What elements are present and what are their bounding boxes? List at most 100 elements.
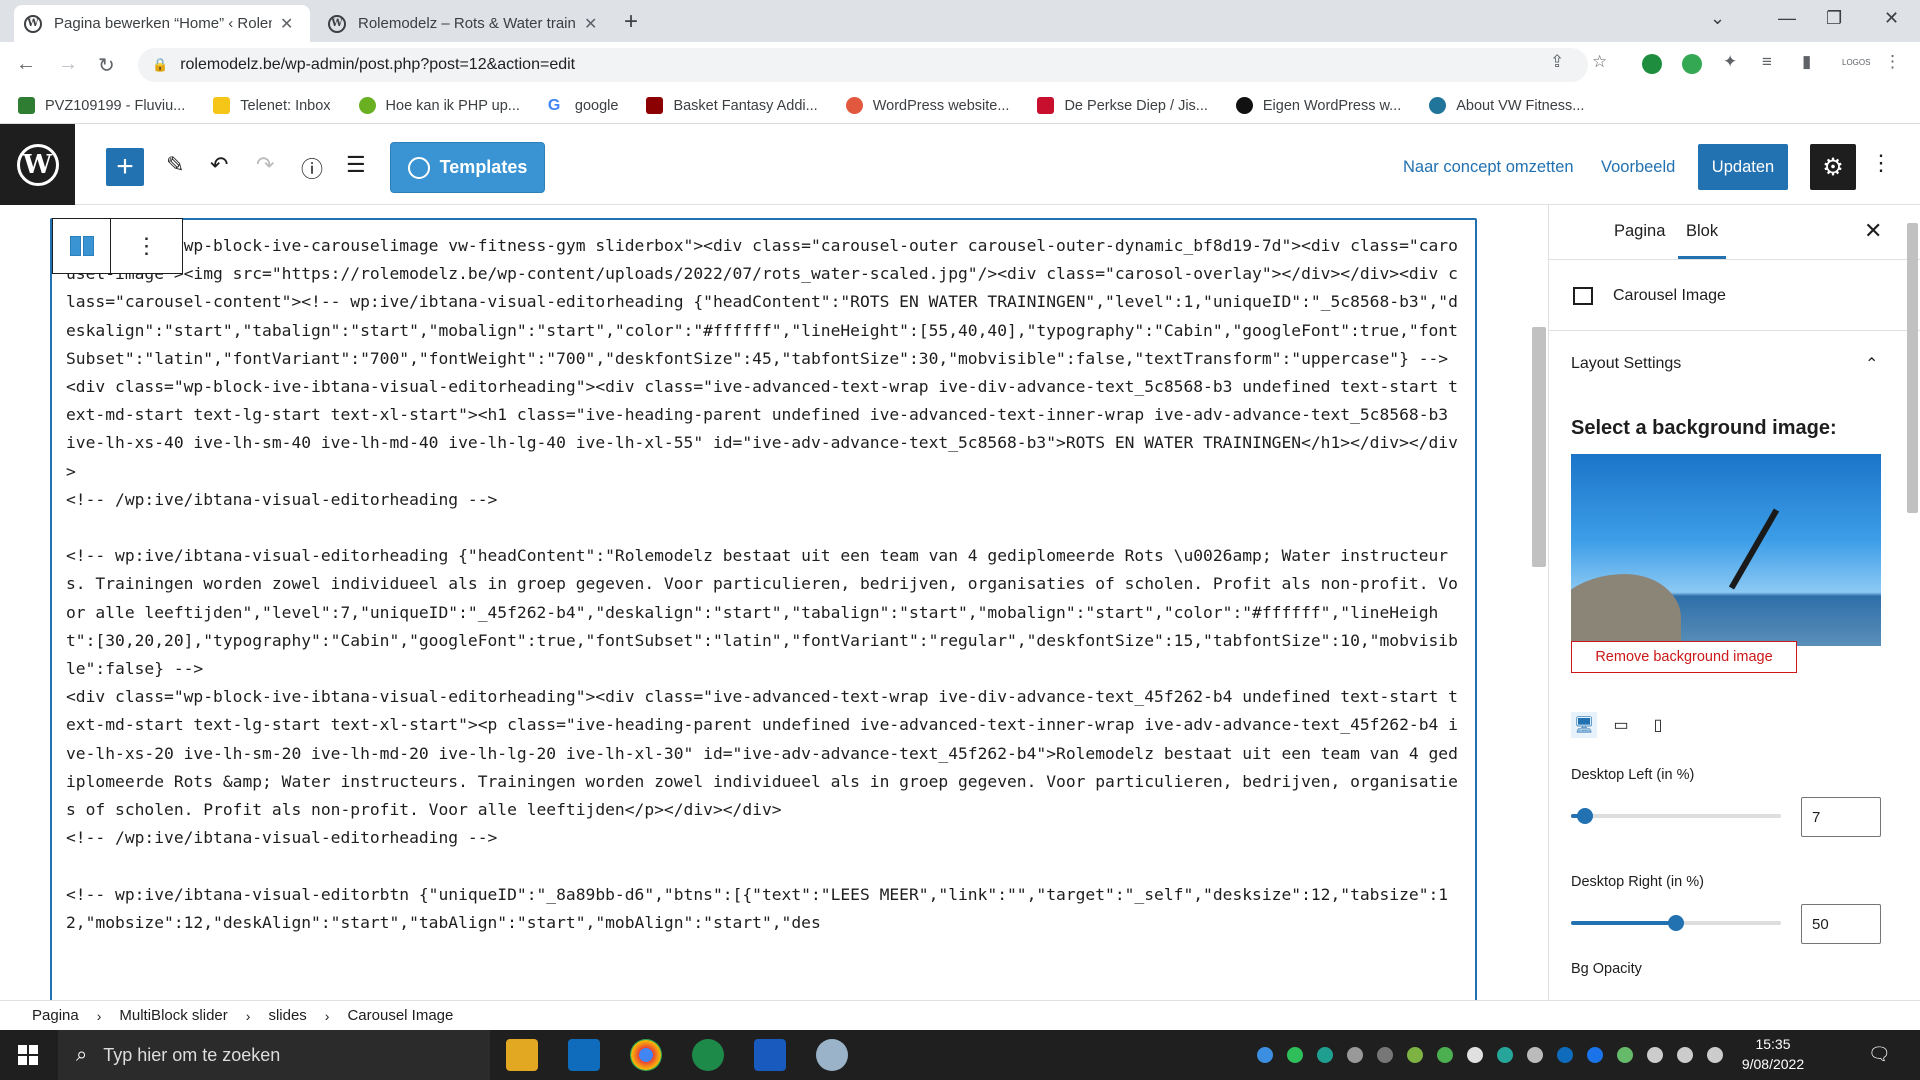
outlook-tray-icon[interactable] — [1557, 1047, 1573, 1063]
scrollbar-thumb[interactable] — [1532, 327, 1546, 567]
tray-app-icon[interactable] — [1407, 1047, 1423, 1063]
desktop-icon[interactable]: 🖥 — [1571, 712, 1597, 738]
background-image-preview[interactable] — [1571, 454, 1881, 646]
breadcrumb-item[interactable]: Pagina — [32, 1007, 79, 1024]
windows-start-icon[interactable] — [18, 1045, 38, 1065]
lock-icon[interactable]: 🔒 — [152, 57, 168, 73]
bookmark-item[interactable]: Eigen WordPress w... — [1235, 97, 1401, 114]
edge-icon[interactable] — [1317, 1047, 1333, 1063]
bookmark-item[interactable]: PVZ109199 - Fluviu... — [18, 97, 185, 114]
bookmark-item[interactable]: Ggoogle — [548, 97, 619, 114]
code-editor-text[interactable]: <div class="wp-block-ive-carouselimage v… — [66, 232, 1466, 937]
bluetooth-icon[interactable] — [1587, 1047, 1603, 1063]
tray-app-icon[interactable] — [1257, 1047, 1273, 1063]
tab-pagina[interactable]: Pagina — [1606, 216, 1673, 259]
close-tab-icon[interactable]: ✕ — [584, 14, 597, 34]
bookmark-item[interactable]: Telenet: Inbox — [213, 97, 331, 114]
bookmark-star-icon[interactable]: ☆ — [1592, 52, 1607, 72]
outlook-icon[interactable] — [568, 1039, 600, 1071]
layout-settings-panel-toggle[interactable]: Layout Settings ⌃ — [1549, 332, 1901, 396]
tablet-icon[interactable]: ▭ — [1608, 712, 1634, 738]
arrow-left-icon[interactable]: ← — [16, 53, 36, 76]
tab-search-chevron-icon[interactable]: ⌄ — [1710, 8, 1725, 29]
volume-icon[interactable] — [1647, 1047, 1663, 1063]
block-type-button[interactable] — [53, 219, 111, 273]
breadcrumb-item[interactable]: MultiBlock slider — [119, 1007, 227, 1024]
tab-blok[interactable]: Blok — [1678, 216, 1727, 259]
html-code-block[interactable]: <div class="wp-block-ive-carouselimage v… — [50, 218, 1477, 1018]
remove-background-button[interactable]: Remove background image — [1571, 641, 1797, 673]
templates-button[interactable]: Templates — [390, 142, 545, 193]
undo-icon[interactable]: ↶ — [210, 152, 228, 178]
redo-icon[interactable]: ↷ — [256, 152, 274, 178]
puzzle-extensions-icon[interactable]: ✦ — [1723, 52, 1737, 72]
browser-tab-edit-home[interactable]: W Pagina bewerken “Home” ‹ Rolem ✕ — [14, 5, 310, 42]
add-block-button[interactable]: + — [106, 148, 144, 186]
close-window-icon[interactable]: ✕ — [1884, 8, 1899, 29]
new-tab-icon[interactable]: + — [624, 8, 638, 36]
chrome-icon[interactable] — [630, 1039, 662, 1071]
battery-icon[interactable] — [1707, 1047, 1723, 1063]
mobile-icon[interactable]: ▯ — [1645, 712, 1671, 738]
file-explorer-icon[interactable] — [506, 1039, 538, 1071]
extension-icon[interactable] — [1682, 54, 1702, 74]
bookmark-item[interactable]: Basket Fantasy Addi... — [646, 97, 818, 114]
wordpress-logo-button[interactable]: W — [0, 124, 75, 205]
side-panel-icon[interactable]: ▮ — [1802, 52, 1811, 72]
editor-scrollbar[interactable] — [1530, 207, 1548, 1000]
slider-handle[interactable] — [1668, 915, 1684, 931]
slider-handle[interactable] — [1577, 808, 1593, 824]
breadcrumb-item[interactable]: Carousel Image — [347, 1007, 453, 1024]
tray-app-icon[interactable] — [1377, 1047, 1393, 1063]
taskbar-search[interactable]: ⌕ Typ hier om te zoeken — [58, 1030, 490, 1080]
breadcrumb-item[interactable]: slides — [268, 1007, 306, 1024]
scrollbar-thumb[interactable] — [1907, 223, 1918, 513]
bookmark-item[interactable]: De Perkse Diep / Jis... — [1037, 97, 1208, 114]
chevron-right-icon: › — [324, 1007, 330, 1024]
tray-app-icon[interactable] — [1617, 1047, 1633, 1063]
tray-app-icon[interactable] — [1527, 1047, 1543, 1063]
preview-button[interactable]: Voorbeeld — [1601, 158, 1675, 177]
block-options-icon[interactable]: ⋮ — [111, 219, 182, 273]
browser-tab-rolemodelz[interactable]: W Rolemodelz – Rots & Water train ✕ — [318, 5, 614, 42]
desktop-left-input[interactable]: 7 — [1801, 797, 1881, 837]
tray-app-icon[interactable] — [1287, 1047, 1303, 1063]
excel-icon[interactable] — [692, 1039, 724, 1071]
tray-app-icon[interactable] — [1497, 1047, 1513, 1063]
share-icon[interactable]: ⇪ — [1550, 52, 1564, 72]
bookmark-item[interactable]: Hoe kan ik PHP up... — [358, 97, 520, 114]
clock-time: 15:35 — [1755, 1036, 1791, 1052]
extension-icon[interactable] — [1642, 54, 1662, 74]
more-options-icon[interactable]: ⋮ — [1870, 150, 1892, 176]
bookmark-item[interactable]: WordPress website... — [845, 97, 1009, 114]
update-button[interactable]: Updaten — [1698, 144, 1788, 190]
logos-extension-icon[interactable]: LOGOS — [1842, 58, 1870, 67]
url-bar[interactable]: 🔒 rolemodelz.be/wp-admin/post.php?post=1… — [138, 48, 1588, 82]
edit-tool-icon[interactable]: ✎ — [166, 152, 184, 178]
taskbar-clock[interactable]: 15:35 9/08/2022 — [1733, 1034, 1813, 1074]
media-control-icon[interactable]: ≡ — [1762, 52, 1772, 72]
bookmark-item[interactable]: About VW Fitness... — [1429, 97, 1584, 114]
tray-app-icon[interactable] — [1347, 1047, 1363, 1063]
desktop-right-slider[interactable] — [1571, 915, 1781, 931]
desktop-left-slider[interactable] — [1571, 808, 1781, 824]
switch-to-draft-button[interactable]: Naar concept omzetten — [1403, 158, 1574, 177]
restore-icon[interactable]: ❐ — [1826, 8, 1842, 29]
close-tab-icon[interactable]: ✕ — [280, 14, 293, 34]
tray-app-icon[interactable] — [1437, 1047, 1453, 1063]
paint-icon[interactable] — [816, 1039, 848, 1071]
reload-icon[interactable]: ↻ — [98, 53, 115, 78]
notification-icon[interactable]: 🗨 — [1868, 1044, 1891, 1065]
desktop-right-input[interactable]: 50 — [1801, 904, 1881, 944]
info-icon[interactable]: ⓘ — [301, 152, 323, 184]
arrow-right-icon[interactable]: → — [58, 53, 78, 76]
word-icon[interactable] — [754, 1039, 786, 1071]
sidebar-scrollbar[interactable] — [1904, 205, 1920, 1000]
gear-icon[interactable]: ⚙ — [1810, 144, 1856, 190]
close-icon[interactable]: ✕ — [1864, 218, 1882, 244]
more-vert-icon[interactable]: ⋮ — [1884, 52, 1901, 72]
tray-app-icon[interactable] — [1467, 1047, 1483, 1063]
minimize-icon[interactable]: — — [1778, 8, 1796, 29]
wifi-icon[interactable] — [1677, 1047, 1693, 1063]
list-view-icon[interactable]: ☰ — [346, 152, 366, 178]
